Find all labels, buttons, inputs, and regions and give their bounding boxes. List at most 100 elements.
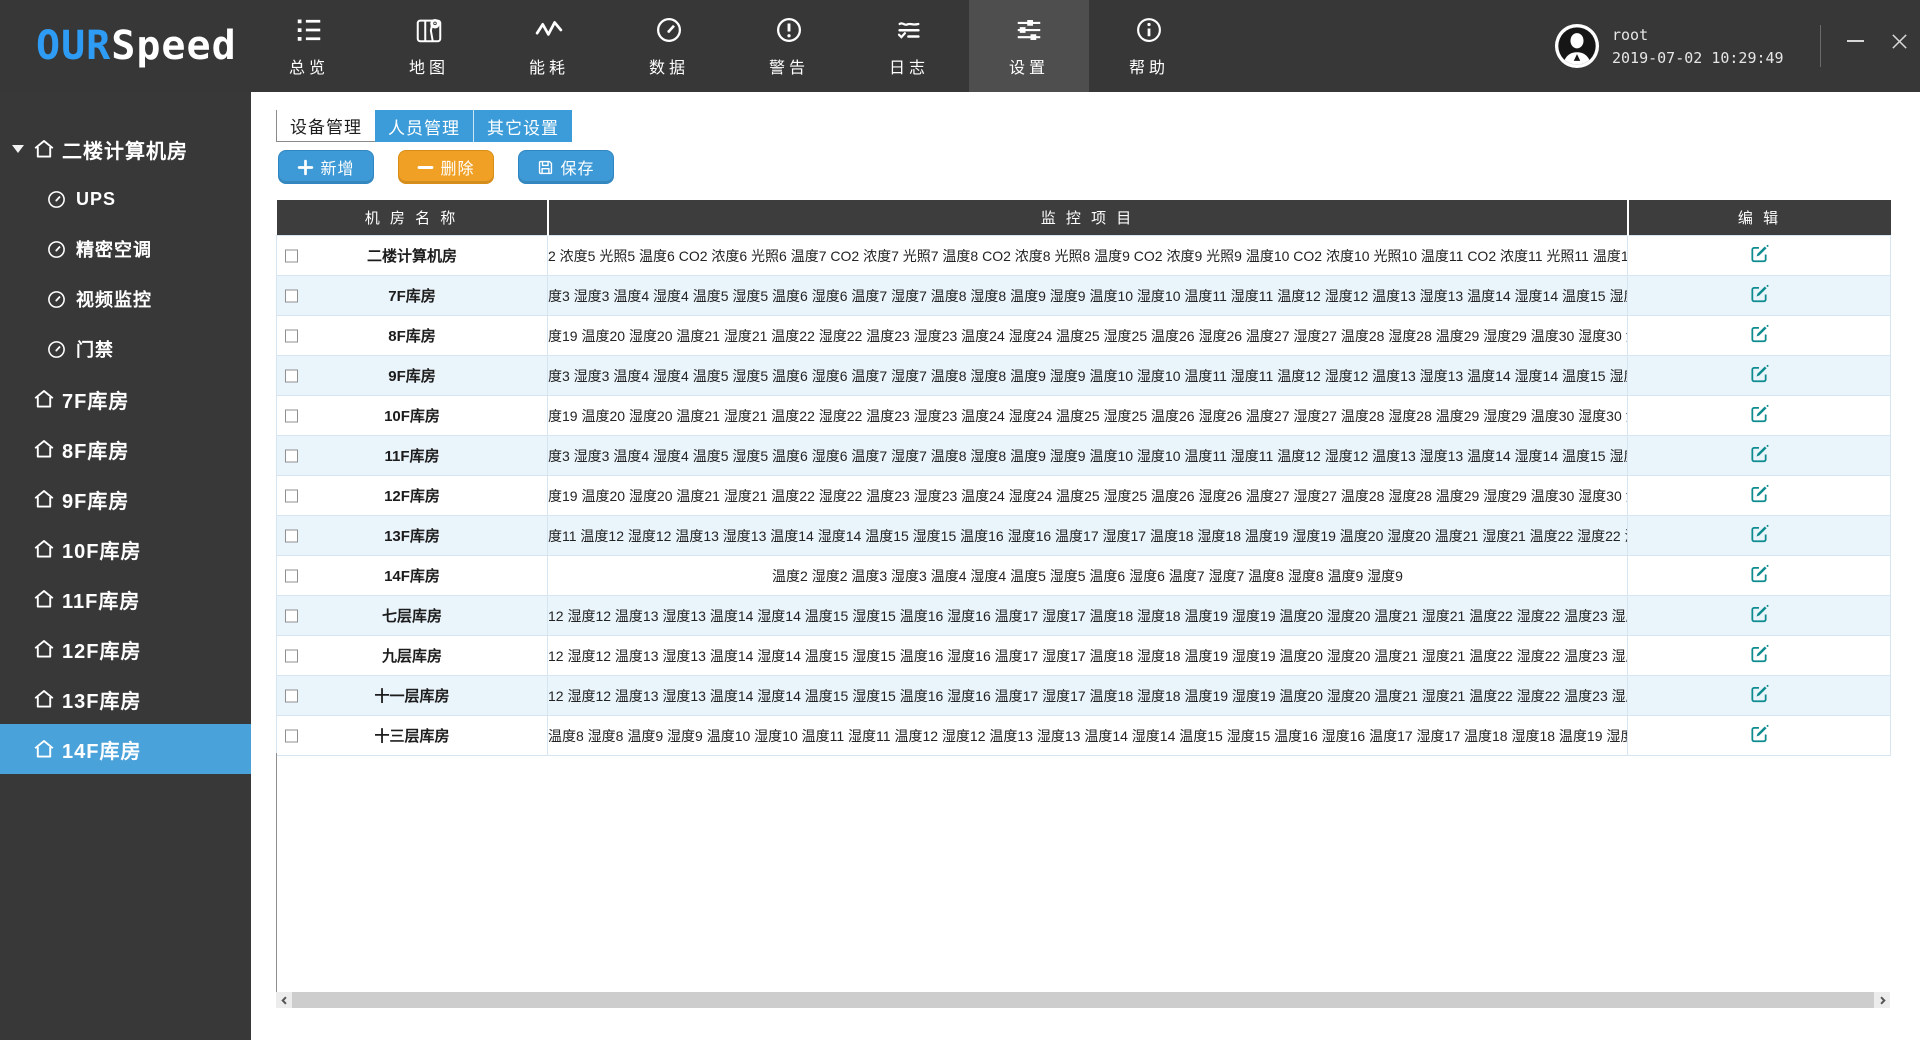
sidebar-item-1[interactable]: UPS: [0, 174, 251, 224]
room-name-cell: 8F库房: [277, 316, 548, 356]
room-name-cell: 十一层库房: [277, 676, 548, 716]
home-icon: [32, 537, 56, 561]
table-row: 8F库房度19 温度20 湿度20 温度21 湿度21 温度22 湿度22 温度…: [277, 316, 1891, 356]
table-row: 12F库房 度19 温度20 湿度20 温度21 湿度21 温度22 湿度22 温…: [277, 476, 1891, 516]
row-checkbox[interactable]: [285, 489, 298, 502]
monitor-items-cell: 度19 温度20 湿度20 温度21 湿度21 温度22 湿度22 温度23 湿…: [548, 396, 1628, 436]
room-name: 12F库房: [384, 488, 440, 505]
caret-down-icon[interactable]: [12, 145, 32, 153]
nav-item-4[interactable]: 警告: [729, 0, 849, 92]
home-icon: [32, 737, 56, 761]
table-left-border: [276, 753, 277, 992]
sidebar-item-10[interactable]: 12F库房: [0, 624, 251, 674]
edit-icon[interactable]: [1749, 644, 1769, 664]
sidebar-item-7[interactable]: 9F库房: [0, 474, 251, 524]
delete-button[interactable]: 删除: [398, 150, 494, 184]
room-name-cell: 七层库房: [277, 596, 548, 636]
help-icon: [1134, 15, 1164, 45]
home-icon: [32, 687, 56, 711]
row-checkbox[interactable]: [285, 409, 298, 422]
table-row: 11F库房度3 湿度3 温度4 湿度4 温度5 湿度5 温度6 湿度6 温度7 …: [277, 436, 1891, 476]
tab-bar: 设备管理人员管理其它设置: [276, 110, 572, 142]
edit-icon[interactable]: [1749, 324, 1769, 344]
edit-icon[interactable]: [1749, 284, 1769, 304]
scroll-right-icon[interactable]: [1874, 992, 1890, 1008]
sidebar-item-0[interactable]: 二楼计算机房: [0, 124, 251, 174]
monitor-items-cell: 度19 温度20 湿度20 温度21 湿度21 温度22 湿度22 温度23 湿…: [548, 476, 1628, 516]
monitor-items-cell: 2 浓度5 光照5 温度6 CO2 浓度6 光照6 温度7 CO2 浓度7 光照…: [548, 236, 1628, 276]
sidebar-item-5[interactable]: 7F库房: [0, 374, 251, 424]
nav-item-3[interactable]: 数据: [609, 0, 729, 92]
row-checkbox[interactable]: [285, 689, 298, 702]
user-avatar-icon[interactable]: [1554, 23, 1600, 69]
sidebar-item-11[interactable]: 13F库房: [0, 674, 251, 724]
table-row: 二楼计算机房2 浓度5 光照5 温度6 CO2 浓度6 光照6 温度7 CO2 …: [277, 236, 1891, 276]
sidebar-item-label: 8F库房: [62, 435, 129, 464]
edit-icon[interactable]: [1749, 444, 1769, 464]
edit-icon[interactable]: [1749, 524, 1769, 544]
nav-item-0[interactable]: 总览: [249, 0, 369, 92]
sidebar-item-4[interactable]: 门禁: [0, 324, 251, 374]
scroll-left-icon[interactable]: [276, 992, 292, 1008]
row-checkbox[interactable]: [285, 329, 298, 342]
edit-icon[interactable]: [1749, 564, 1769, 584]
minimize-icon[interactable]: [1842, 28, 1868, 54]
row-checkbox[interactable]: [285, 369, 298, 382]
edit-icon[interactable]: [1749, 604, 1769, 624]
nav-label: 能耗: [529, 54, 569, 78]
sidebar-item-label: 门禁: [76, 336, 114, 362]
edit-icon[interactable]: [1749, 404, 1769, 424]
edit-cell: [1628, 556, 1891, 596]
row-checkbox[interactable]: [285, 449, 298, 462]
sidebar-item-label: 14F库房: [62, 735, 141, 764]
nav-item-6[interactable]: 设置: [969, 0, 1089, 92]
logo-prefix: OUR: [36, 23, 111, 69]
nav-item-7[interactable]: 帮助: [1089, 0, 1209, 92]
row-checkbox[interactable]: [285, 609, 298, 622]
sidebar-item-6[interactable]: 8F库房: [0, 424, 251, 474]
table-body: 二楼计算机房2 浓度5 光照5 温度6 CO2 浓度6 光照6 温度7 CO2 …: [277, 236, 1891, 756]
edit-cell: [1628, 396, 1891, 436]
tab-0[interactable]: 设备管理: [276, 110, 375, 142]
nav-item-5[interactable]: 日志: [849, 0, 969, 92]
sidebar-item-12[interactable]: 14F库房: [0, 724, 251, 774]
room-name-cell: 10F库房: [277, 396, 548, 436]
sidebar-item-8[interactable]: 10F库房: [0, 524, 251, 574]
scrollbar-thumb[interactable]: [292, 992, 1874, 1008]
edit-icon[interactable]: [1749, 244, 1769, 264]
horizontal-scrollbar[interactable]: [276, 992, 1890, 1008]
row-checkbox[interactable]: [285, 569, 298, 582]
nav-item-1[interactable]: 地图: [369, 0, 489, 92]
row-checkbox[interactable]: [285, 289, 298, 302]
tab-1[interactable]: 人员管理: [375, 110, 474, 142]
top-bar: OURSpeed 总览地图能耗 数据警告日志设置 帮助 root 2019-07-0…: [0, 0, 1920, 92]
header-monitor-items: 监 控 项 目: [548, 200, 1628, 236]
edit-icon[interactable]: [1749, 364, 1769, 384]
room-name-cell: 九层库房: [277, 636, 548, 676]
edit-icon[interactable]: [1749, 724, 1769, 744]
nav-label: 设置: [1009, 54, 1049, 78]
tab-2[interactable]: 其它设置: [474, 110, 572, 142]
row-checkbox[interactable]: [285, 249, 298, 262]
room-name: 十一层库房: [374, 688, 449, 705]
sidebar-item-9[interactable]: 11F库房: [0, 574, 251, 624]
window-divider: [1820, 25, 1821, 67]
nav-item-2[interactable]: 能耗: [489, 0, 609, 92]
app-logo: OURSpeed: [36, 22, 237, 70]
row-checkbox[interactable]: [285, 649, 298, 662]
sidebar: 二楼计算机房UPS精密空调视频监控门禁 7F库房 8F库房 9F库房10F库房11F库…: [0, 92, 251, 1040]
sidebar-item-2[interactable]: 精密空调: [0, 224, 251, 274]
top-nav: 总览地图能耗 数据警告日志设置 帮助: [249, 0, 1209, 92]
user-name: root: [1612, 24, 1784, 47]
row-checkbox[interactable]: [285, 729, 298, 742]
row-checkbox[interactable]: [285, 529, 298, 542]
room-name-cell: 12F库房: [277, 476, 548, 516]
add-button[interactable]: 新增: [278, 150, 374, 184]
sidebar-item-3[interactable]: 视频监控: [0, 274, 251, 324]
edit-icon[interactable]: [1749, 684, 1769, 704]
save-button[interactable]: 保存: [518, 150, 614, 184]
login-datetime: 2019-07-02 10:29:49: [1612, 47, 1784, 70]
room-name: 8F库房: [388, 328, 436, 345]
edit-icon[interactable]: [1749, 484, 1769, 504]
close-icon[interactable]: [1886, 28, 1912, 54]
